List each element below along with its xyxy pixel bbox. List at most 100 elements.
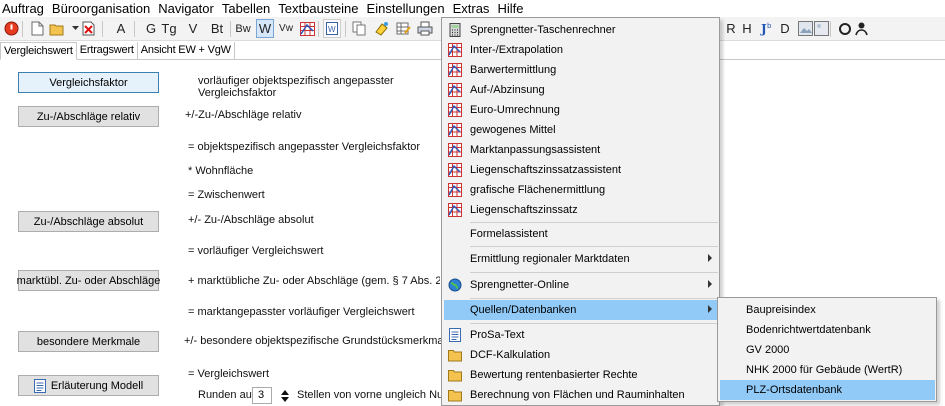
menu-separator [470, 246, 718, 247]
label-marktangepasster-vergleichswert: = marktangepasster vorläufiger Vergleich… [188, 306, 415, 318]
label-zu-abschlaege-absolut: +/- Zu-/Abschläge absolut [188, 214, 314, 226]
menu-hilfe[interactable]: Hilfe [493, 0, 527, 17]
delete-document-icon[interactable] [80, 19, 98, 38]
submenu-arrow-icon [708, 280, 712, 288]
label-wohnflaeche: * Wohnfläche [188, 165, 254, 177]
menu-item-label: Marktanpassungsassistent [470, 144, 601, 156]
folder-icon [448, 388, 462, 402]
spin-icon[interactable] [278, 387, 292, 404]
submenu-item-nhk-2000[interactable]: NHK 2000 für Gebäude (WertR) [720, 360, 935, 380]
submenu-item-baupreisindex[interactable]: Baupreisindex [720, 300, 935, 320]
menu-item-barwertermittlung[interactable]: Barwertermittlung [444, 60, 718, 80]
menu-item-liegenschaftszinssatzassistent[interactable]: Liegenschaftszinssatzassistent [444, 160, 718, 180]
label-runden-auf: Runden auf [198, 389, 255, 401]
globe-icon [448, 278, 462, 292]
menu-tabellen[interactable]: Tabellen [218, 0, 274, 17]
marktuebliche-zu-abschlaege-button[interactable]: marktübl. Zu- oder Abschläge [17, 270, 160, 291]
menu-textbausteine[interactable]: Textbausteine [274, 0, 362, 17]
zu-abschlaege-absolut-button[interactable]: Zu-/Abschläge absolut [18, 211, 159, 232]
menu-item-label: Auf-/Abzinsung [470, 84, 545, 96]
table-edit-icon[interactable] [394, 19, 412, 38]
menu-item-label: Sprengnetter-Taschenrechner [470, 24, 616, 36]
submenu-item-plz-ortsdatenbank[interactable]: PLZ-Ortsdatenbank [720, 380, 935, 400]
menu-item-quellen-datenbanken[interactable]: Quellen/Datenbanken [444, 300, 718, 320]
chart-grid-icon[interactable] [298, 19, 316, 38]
paint-icon[interactable] [372, 19, 390, 38]
menu-separator [470, 272, 718, 273]
menu-item-label: Formelassistent [470, 228, 548, 240]
submenu-arrow-icon [708, 254, 712, 262]
tab-ansicht-ew-vgw[interactable]: Ansicht EW + VgW [138, 42, 235, 60]
menu-item-prosa-text[interactable]: ProSa-Text [444, 325, 718, 345]
label-angepasster-vergleichsfaktor: = objektspezifisch angepasster Vergleich… [188, 141, 421, 153]
erlaeuterung-modell-label: Erläuterung Modell [50, 379, 144, 392]
runden-stellen-input[interactable]: 3 [252, 387, 272, 404]
menu-item-grafische-flaechenermittlung[interactable]: grafische Flächenermittlung [444, 180, 718, 200]
menu-item-liegenschaftszinssatz[interactable]: Liegenschaftszinssatz [444, 200, 718, 220]
tab-vergleichswert[interactable]: Vergleichswert [0, 42, 77, 60]
toolbar-g-button[interactable]: G [142, 19, 160, 38]
toolbar-bt-button[interactable]: Bt [208, 19, 226, 38]
menu-item-auf-abzinsung[interactable]: Auf-/Abzinsung [444, 80, 718, 100]
erlaeuterung-modell-button[interactable]: Erläuterung Modell [18, 375, 159, 396]
menu-item-formelassistent[interactable]: Formelassistent [444, 224, 718, 244]
menu-item-dcf-kalkulation[interactable]: DCF-Kalkulation [444, 345, 718, 365]
image-2-icon[interactable] [812, 19, 830, 38]
menu-item-sprengnetter-online[interactable]: Sprengnetter-Online [444, 275, 718, 295]
print-icon[interactable] [416, 19, 434, 38]
toolbar-a-button[interactable]: A [112, 19, 130, 38]
toolbar-bw-button[interactable]: Bw [234, 19, 252, 38]
svg-text:J: J [760, 22, 767, 36]
vergleichsfaktor-button[interactable]: Vergleichsfaktor [18, 72, 159, 93]
menu-navigator[interactable]: Navigator [154, 0, 218, 17]
label-stellen: Stellen von vorne ungleich Null [297, 389, 449, 401]
submenu-item-gv-2000[interactable]: GV 2000 [720, 340, 935, 360]
menu-item-label: Liegenschaftszinssatz [470, 204, 578, 216]
menu-item-label: Sprengnetter-Online [470, 279, 570, 291]
person-icon[interactable] [852, 19, 870, 38]
menu-item-regionale-marktdaten[interactable]: Ermittlung regionaler Marktdaten [444, 249, 718, 269]
toolbar-tg-button[interactable]: Tg [160, 19, 178, 38]
menu-item-rentenbasierte-rechte[interactable]: Bewertung rentenbasierter Rechte [444, 365, 718, 385]
chart-grid-icon [448, 103, 462, 117]
document-icon [448, 328, 462, 342]
formula-icon[interactable]: Jb [758, 19, 776, 38]
menu-bueroorganisation[interactable]: Büroorganisation [48, 0, 154, 17]
toolbar-v-button[interactable]: V [184, 19, 202, 38]
menu-item-gewogenes-mittel[interactable]: gewogenes Mittel [444, 120, 718, 140]
chart-grid-icon [448, 43, 462, 57]
besondere-merkmale-button[interactable]: besondere Merkmale [18, 331, 159, 352]
toolbar-w-button[interactable]: W [256, 19, 274, 38]
menu-item-inter-extrapolation[interactable]: Inter-/Extrapolation [444, 40, 718, 60]
menu-item-label: gewogenes Mittel [470, 124, 556, 136]
menu-item-taschenrechner[interactable]: Sprengnetter-Taschenrechner [444, 20, 718, 40]
menu-bar: Auftrag Büroorganisation Navigator Tabel… [0, 0, 945, 17]
menu-item-label: grafische Flächenermittlung [470, 184, 606, 196]
menu-separator [470, 222, 718, 223]
toolbar-h-button[interactable]: H [738, 19, 756, 38]
chart-grid-icon [448, 143, 462, 157]
chart-grid-icon [448, 163, 462, 177]
toolbar-d-button[interactable]: D [776, 19, 794, 38]
word-document-icon[interactable]: W [323, 19, 341, 38]
document-icon [33, 378, 46, 393]
label-marktuebliche-zu-abschlaege: + marktübliche Zu- oder Abschläge (gem. … [188, 275, 440, 287]
tab-ertragswert[interactable]: Ertragswert [77, 42, 138, 60]
submenu-item-bodenrichtwertdatenbank[interactable]: Bodenrichtwertdatenbank [720, 320, 935, 340]
menu-auftrag[interactable]: Auftrag [0, 0, 48, 17]
menu-item-marktanpassungsassistent[interactable]: Marktanpassungsassistent [444, 140, 718, 160]
menu-item-label: Berechnung von Flächen und Rauminhalten [470, 389, 685, 401]
zu-abschlaege-relativ-button[interactable]: Zu-/Abschläge relativ [18, 106, 159, 127]
menu-extras[interactable]: Extras [449, 0, 494, 17]
stop-icon[interactable] [2, 19, 20, 38]
menu-item-label: Euro-Umrechnung [470, 104, 560, 116]
copy-icon[interactable] [350, 19, 368, 38]
chart-grid-icon [448, 123, 462, 137]
new-document-icon[interactable] [28, 19, 46, 38]
open-folder-icon[interactable] [48, 19, 66, 38]
toolbar-vw-button[interactable]: Vw [277, 19, 295, 38]
menu-separator [470, 298, 718, 299]
menu-einstellungen[interactable]: Einstellungen [363, 0, 449, 17]
menu-item-euro-umrechnung[interactable]: Euro-Umrechnung [444, 100, 718, 120]
menu-item-flaechen-rauminhalte[interactable]: Berechnung von Flächen und Rauminhalten [444, 385, 718, 405]
